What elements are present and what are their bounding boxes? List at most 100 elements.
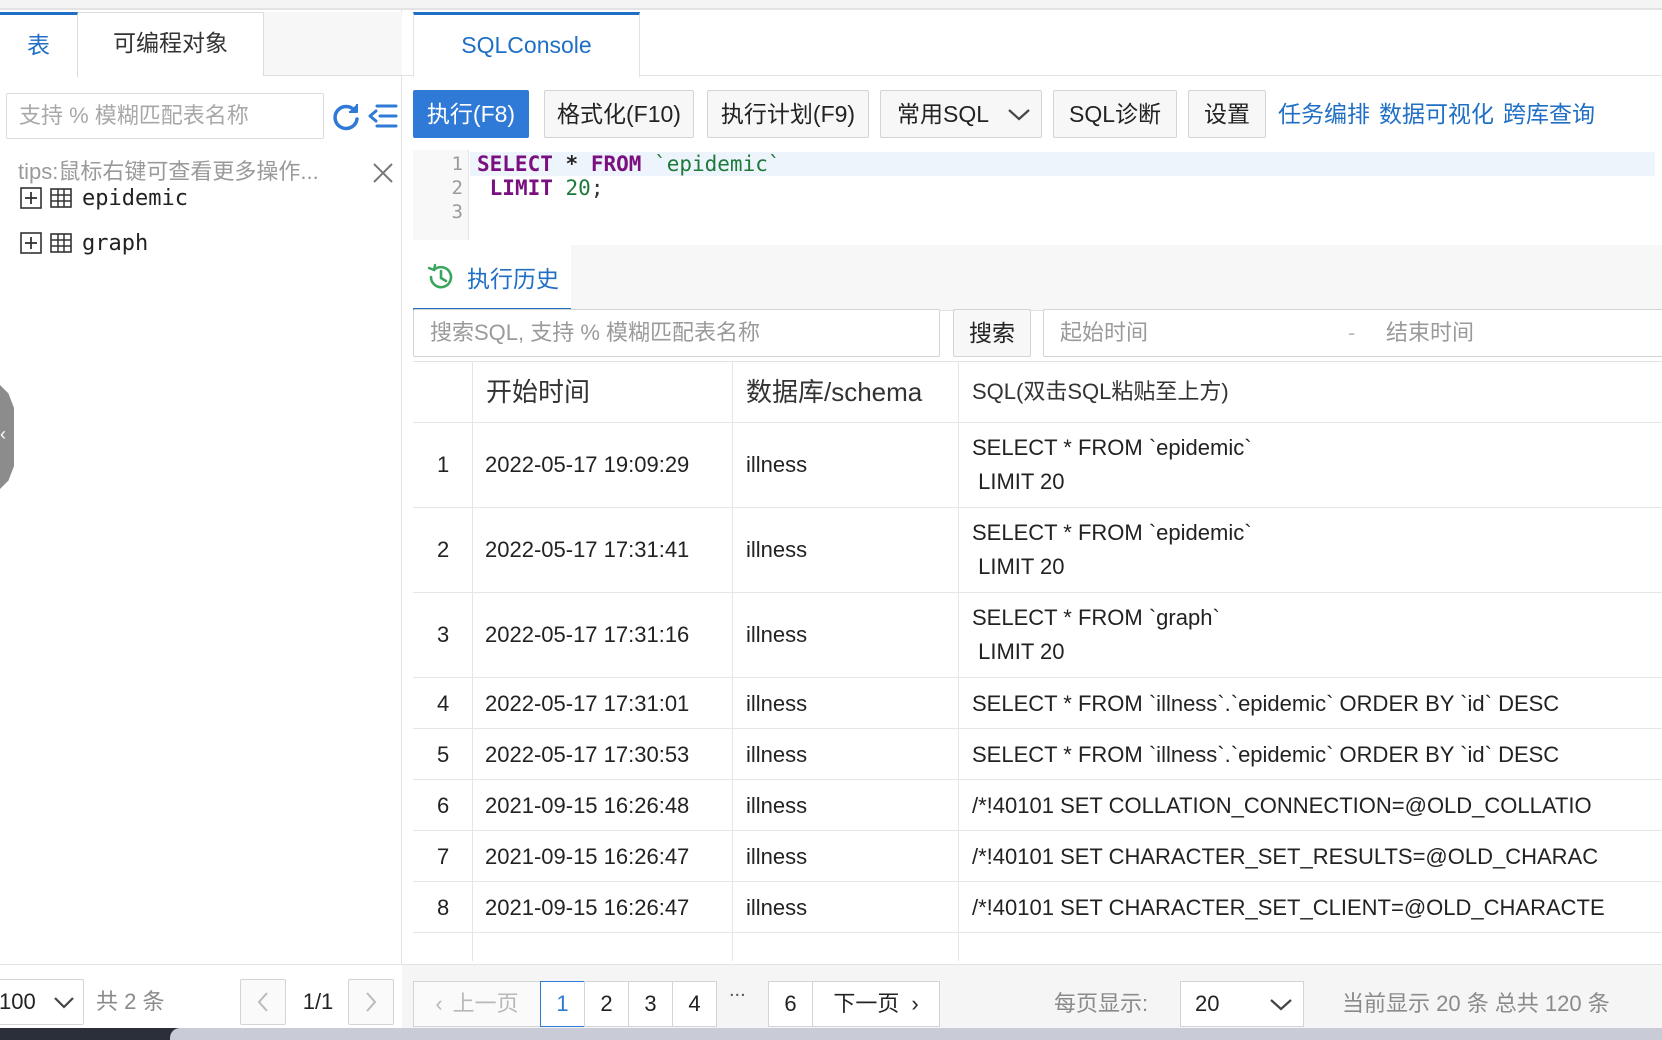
table-row[interactable]: 3 2022-05-17 17:31:16 illness SELECT * F… xyxy=(413,592,1662,677)
column-header-database[interactable]: 数据库/schema xyxy=(746,362,922,422)
chevron-down-icon xyxy=(1270,999,1292,1011)
task-orchestration-link[interactable]: 任务编排 xyxy=(1278,90,1370,138)
row-database: illness xyxy=(746,452,808,477)
console-toolbar: 执行(F8) 格式化(F10) 执行计划(F9) 常用SQL SQL诊断 设置 … xyxy=(413,90,1662,140)
page-button-3[interactable]: 3 xyxy=(628,981,673,1027)
object-browser-panel: 表 可编程对象 tips:鼠标右键可查看更多操作... epidemic xyxy=(0,10,402,1040)
prev-page-button[interactable] xyxy=(240,979,286,1025)
object-browser-tabs: 表 可编程对象 xyxy=(0,12,402,77)
chevron-down-icon xyxy=(1008,109,1030,121)
table-tree-item-graph[interactable]: graph xyxy=(20,225,148,261)
page-button-4[interactable]: 4 xyxy=(672,981,717,1027)
table-row[interactable]: 5 2022-05-17 17:30:53 illness SELECT * F… xyxy=(413,728,1662,779)
row-database: illness xyxy=(746,622,808,647)
row-index: 6 xyxy=(437,793,450,818)
chevron-left-icon: ‹ xyxy=(0,424,6,444)
collapse-all-icon[interactable] xyxy=(368,102,398,130)
row-sql[interactable]: /*!40101 SET CHARACTER_SET_RESULTS=@OLD_… xyxy=(972,844,1598,870)
row-start-time: 2022-05-17 17:31:01 xyxy=(485,691,690,716)
end-time-field[interactable]: 结束时间 xyxy=(1386,310,1474,356)
console-tabs: SQLConsole xyxy=(402,10,1662,77)
row-index: 8 xyxy=(437,895,450,920)
tab-sql-console[interactable]: SQLConsole xyxy=(413,12,640,77)
refresh-icon[interactable] xyxy=(330,100,362,132)
common-sql-dropdown[interactable]: 常用SQL xyxy=(880,90,1042,138)
dock-edge xyxy=(0,1028,1662,1040)
sql-editor[interactable]: 1 2 3 SELECT * FROM `epidemic` LIMIT 20; xyxy=(413,150,1662,240)
next-page-button[interactable]: 下一页 › xyxy=(812,981,940,1027)
table-name[interactable]: graph xyxy=(82,231,148,256)
line-number: 1 xyxy=(451,153,463,175)
settings-button[interactable]: 设置 xyxy=(1188,90,1266,138)
history-tab-label: 执行历史 xyxy=(467,265,559,292)
start-time-field[interactable]: 起始时间 xyxy=(1060,310,1148,356)
column-header-sql[interactable]: SQL(双击SQL粘贴至上方) xyxy=(972,362,1229,422)
table-name[interactable]: epidemic xyxy=(82,186,188,211)
row-start-time: 2022-05-17 19:09:29 xyxy=(485,452,690,477)
table-row[interactable]: 7 2021-09-15 16:26:47 illness /*!40101 S… xyxy=(413,830,1662,881)
table-row[interactable]: 1 2022-05-17 19:09:29 illness SELECT * F… xyxy=(413,422,1662,507)
row-index: 3 xyxy=(437,622,450,647)
table-row[interactable]: 6 2021-09-15 16:26:48 illness /*!40101 S… xyxy=(413,779,1662,830)
line-number-gutter: 1 2 3 xyxy=(413,150,469,240)
prev-page-button[interactable]: ‹ 上一页 xyxy=(413,981,541,1027)
page-button-1[interactable]: 1 xyxy=(540,981,585,1027)
table-row[interactable]: 4 2022-05-17 17:31:01 illness SELECT * F… xyxy=(413,677,1662,728)
table-tree-item-epidemic[interactable]: epidemic xyxy=(20,180,188,216)
table-row-partial xyxy=(413,932,1662,961)
tab-tables[interactable]: 表 xyxy=(0,12,78,77)
format-button[interactable]: 格式化(F10) xyxy=(544,90,694,138)
row-sql[interactable]: /*!40101 SET CHARACTER_SET_CLIENT=@OLD_C… xyxy=(972,895,1605,921)
row-sql[interactable]: SELECT * FROM `epidemic` LIMIT 20 xyxy=(972,431,1252,499)
row-sql[interactable]: SELECT * FROM `illness`.`epidemic` ORDER… xyxy=(972,742,1559,768)
history-icon xyxy=(427,263,453,288)
sql-console-panel: SQLConsole 执行(F8) 格式化(F10) 执行计划(F9) 常用SQ… xyxy=(402,10,1662,1040)
page-ellipsis: ... xyxy=(729,979,746,1001)
explain-plan-button[interactable]: 执行计划(F9) xyxy=(707,90,869,138)
row-sql[interactable]: SELECT * FROM `graph` LIMIT 20 xyxy=(972,601,1220,669)
history-total-summary: 当前显示 20 条 总共 120 条 xyxy=(1342,991,1610,1016)
table-search-input[interactable] xyxy=(6,93,324,139)
data-visualization-link[interactable]: 数据可视化 xyxy=(1379,90,1494,138)
row-index: 7 xyxy=(437,844,450,869)
next-page-label: 下一页 xyxy=(833,991,900,1016)
table-row[interactable]: 2 2022-05-17 17:31:41 illness SELECT * F… xyxy=(413,507,1662,592)
row-database: illness xyxy=(746,537,808,562)
tab-execution-history[interactable]: 执行历史 xyxy=(413,245,571,311)
close-icon[interactable] xyxy=(372,162,394,184)
row-index: 2 xyxy=(437,537,450,562)
run-button[interactable]: 执行(F8) xyxy=(413,90,529,138)
row-database: illness xyxy=(746,691,808,716)
row-start-time: 2021-09-15 16:26:47 xyxy=(485,844,690,869)
expand-icon[interactable] xyxy=(20,187,42,209)
history-search-button[interactable]: 搜索 xyxy=(953,309,1031,357)
table-icon xyxy=(50,188,72,208)
history-search-input[interactable] xyxy=(413,309,940,357)
row-start-time: 2022-05-17 17:30:53 xyxy=(485,742,690,767)
row-start-time: 2021-09-15 16:26:47 xyxy=(485,895,690,920)
row-sql[interactable]: /*!40101 SET COLLATION_CONNECTION=@OLD_C… xyxy=(972,793,1592,819)
table-row[interactable]: 8 2021-09-15 16:26:47 illness /*!40101 S… xyxy=(413,881,1662,932)
next-page-button[interactable] xyxy=(348,979,394,1025)
row-sql[interactable]: SELECT * FROM `epidemic` LIMIT 20 xyxy=(972,516,1252,584)
page-size-value: 100 xyxy=(0,989,36,1014)
page-button-2[interactable]: 2 xyxy=(584,981,629,1027)
sql-diagnose-button[interactable]: SQL诊断 xyxy=(1053,90,1177,138)
chevron-left-icon xyxy=(257,992,268,1012)
common-sql-label: 常用SQL xyxy=(897,101,990,127)
page-button-6[interactable]: 6 xyxy=(768,981,813,1027)
per-page-value: 20 xyxy=(1195,991,1220,1016)
tab-programmable-objects[interactable]: 可编程对象 xyxy=(78,12,264,76)
row-start-time: 2022-05-17 17:31:16 xyxy=(485,622,690,647)
date-range-picker[interactable]: 起始时间 - 结束时间 xyxy=(1043,309,1662,357)
row-sql[interactable]: SELECT * FROM `illness`.`epidemic` ORDER… xyxy=(972,691,1559,717)
table-icon xyxy=(50,233,72,253)
page-size-select[interactable]: 100 xyxy=(0,979,84,1025)
row-database: illness xyxy=(746,742,808,767)
code-line-1: SELECT * FROM `epidemic` xyxy=(470,152,1655,176)
chevron-down-icon xyxy=(54,997,74,1009)
expand-icon[interactable] xyxy=(20,232,42,254)
per-page-select[interactable]: 20 xyxy=(1180,981,1304,1027)
column-header-start-time[interactable]: 开始时间 xyxy=(486,362,590,422)
cross-db-query-link[interactable]: 跨库查询 xyxy=(1503,90,1595,138)
